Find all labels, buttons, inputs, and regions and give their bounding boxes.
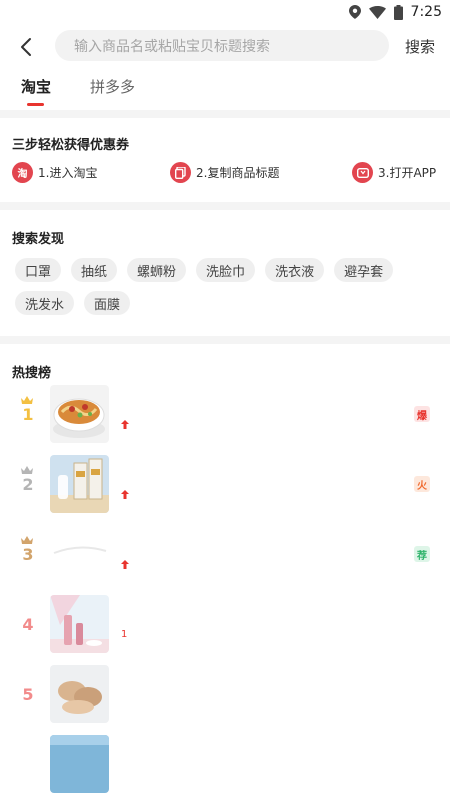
active-tab-indicator (27, 103, 44, 106)
location-icon (348, 5, 361, 19)
step-copy-title: 2.复制商品标题 (170, 162, 279, 183)
discover-tag[interactable]: 避孕套 (334, 258, 394, 282)
rank-number: 5 (22, 685, 34, 704)
product-thumbnail (50, 595, 109, 653)
search-placeholder: 输入商品名或粘贴宝贝标题搜索 (74, 38, 270, 55)
rank-number: 1 (22, 405, 34, 424)
back-arrow-icon[interactable] (16, 36, 38, 58)
section-divider (0, 110, 450, 118)
section-divider (0, 336, 450, 344)
discover-tag[interactable]: 螺蛳粉 (127, 258, 187, 282)
section-divider (0, 202, 450, 210)
wifi-icon (368, 5, 386, 19)
trend-up-icon (121, 560, 129, 569)
taobao-icon: 淘 (12, 162, 33, 183)
step-enter-taobao: 淘 1.进入淘宝 (12, 162, 97, 183)
discover-tag[interactable]: 抽纸 (71, 258, 118, 282)
discover-tag[interactable]: 口罩 (15, 258, 62, 282)
status-time: 7:25 (410, 4, 442, 20)
hot-list-item[interactable]: 3 荐 (0, 525, 450, 585)
rank-number: 2 (22, 475, 34, 494)
discover-tag[interactable]: 洗衣液 (265, 258, 325, 282)
discover-tag[interactable]: 洗脸巾 (196, 258, 256, 282)
rank-number: 3 (22, 545, 34, 564)
product-thumbnail (50, 665, 109, 723)
discover-tag[interactable]: 面膜 (84, 291, 131, 315)
hot-list-item[interactable]: 5 (0, 665, 450, 725)
platform-tabs: 淘宝 拼多多 (0, 76, 450, 108)
hot-badge: 爆 (414, 406, 430, 422)
step-label: 2.复制商品标题 (196, 166, 280, 180)
product-thumbnail (50, 385, 109, 443)
silver-crown-icon (21, 466, 33, 474)
bronze-crown-icon (21, 536, 33, 544)
trend-up-icon (121, 420, 129, 429)
search-button[interactable]: 搜索 (405, 36, 435, 57)
tab-taobao[interactable]: 淘宝 (21, 76, 51, 97)
battery-icon (393, 4, 403, 20)
hot-badge: 火 (414, 476, 430, 492)
hot-list-item[interactable] (0, 735, 450, 795)
app-icon (352, 162, 373, 183)
steps-title: 三步轻松获得优惠券 (12, 138, 130, 153)
step-label: 3.打开APP (378, 166, 437, 180)
search-bar: 输入商品名或粘贴宝贝标题搜索 搜索 (0, 30, 450, 64)
product-thumbnail (50, 525, 109, 583)
hot-list-title: 热搜榜 (12, 366, 52, 381)
discover-title: 搜索发现 (12, 232, 65, 247)
trend-value: 1 (121, 629, 128, 640)
product-thumbnail (50, 455, 109, 513)
gold-crown-icon (21, 396, 33, 404)
hot-badge: 荐 (414, 546, 430, 562)
status-bar: 7:25 (0, 0, 450, 24)
hot-list-item[interactable]: 4 1 (0, 595, 450, 655)
product-thumbnail (50, 735, 109, 793)
hot-list-item[interactable]: 2 火 (0, 455, 450, 515)
steps-row: 淘 1.进入淘宝 2.复制商品标题 3.打开APP (0, 162, 450, 186)
copy-icon (170, 162, 191, 183)
discover-tags: 口罩 抽纸 螺蛳粉 洗脸巾 洗衣液 避孕套 洗发水 面膜 (15, 258, 435, 315)
search-input[interactable]: 输入商品名或粘贴宝贝标题搜索 (55, 30, 389, 61)
rank-number: 4 (22, 615, 34, 634)
step-open-app: 3.打开APP (352, 162, 436, 183)
trend-up-icon (121, 490, 129, 499)
hot-list-item[interactable]: 1 爆 (0, 385, 450, 445)
step-label: 1.进入淘宝 (38, 166, 98, 180)
tab-pinduoduo[interactable]: 拼多多 (90, 76, 135, 97)
discover-tag[interactable]: 洗发水 (15, 291, 75, 315)
